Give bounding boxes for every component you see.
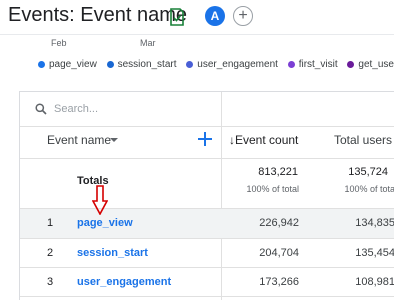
table-row[interactable]: 2 session_start 204,704 135,454 (20, 239, 394, 268)
legend-item-session-start[interactable]: session_start (106, 59, 177, 70)
legend-dot-icon (106, 61, 114, 68)
legend-item-user-engagement[interactable]: user_engagement (186, 59, 278, 70)
legend-label: get_user_ (358, 59, 394, 70)
legend-label: session_start (117, 59, 177, 70)
legend-dot-icon (186, 61, 194, 68)
event-count-value: 204,704 (259, 247, 299, 259)
event-count-value: 173,266 (259, 276, 299, 288)
legend-label: page_view (49, 59, 97, 70)
total-users-value: 108,981 (355, 276, 394, 288)
totals-event-count: 813,221 (258, 166, 298, 178)
totals-event-count-pct: 100% of total (246, 184, 299, 194)
legend-item-get-user[interactable]: get_user_ (347, 59, 394, 70)
search-icon (35, 103, 47, 115)
row-number: 1 (47, 217, 54, 229)
event-name-link[interactable]: user_engagement (77, 276, 171, 288)
saved-report-check-icon[interactable] (169, 8, 185, 26)
page-title: Events: Event name (8, 4, 187, 26)
legend-item-first-visit[interactable]: first_visit (287, 59, 338, 70)
search-input[interactable] (54, 100, 234, 118)
dimension-dropdown-caret-icon[interactable] (110, 138, 118, 142)
legend-dot-icon (38, 61, 45, 68)
row-divider (20, 296, 394, 297)
header-divider (0, 34, 394, 35)
column-header-event-count[interactable]: ↓Event count (229, 133, 298, 147)
legend-label: first_visit (298, 59, 338, 70)
report-header: Events: Event name A + (0, 0, 394, 34)
chart-legend: page_view session_start user_engagement … (38, 59, 394, 73)
column-header-event-name[interactable]: Event name (47, 133, 111, 147)
add-dimension-plus-icon[interactable] (197, 131, 213, 147)
legend-dot-icon (347, 61, 355, 68)
table-row[interactable]: 1 page_view 226,942 134,835 (20, 209, 394, 238)
event-count-value: 226,942 (259, 217, 299, 229)
event-name-link[interactable]: session_start (77, 247, 148, 259)
legend-item-page-view[interactable]: page_view (38, 59, 97, 70)
row-divider (20, 158, 394, 159)
row-divider (20, 126, 394, 127)
event-name-link[interactable]: page_view (77, 217, 133, 229)
chart-axis-month-label: Feb (51, 38, 67, 48)
total-users-value: 135,454 (355, 247, 394, 259)
comparison-avatar[interactable]: A (205, 6, 225, 26)
table-search-bar (20, 92, 394, 126)
row-number: 3 (47, 276, 54, 288)
red-down-arrow-annotation-icon (92, 185, 108, 215)
row-number: 2 (47, 247, 54, 259)
table-row[interactable]: 3 user_engagement 173,266 108,981 (20, 268, 394, 297)
column-header-total-users[interactable]: Total users (334, 133, 392, 147)
totals-total-users-pct: 100% of total (344, 184, 394, 194)
legend-label: user_engagement (197, 59, 278, 70)
add-comparison-button[interactable]: + (233, 6, 253, 26)
chart-axis-month-label: Mar (140, 38, 156, 48)
totals-total-users: 135,724 (348, 166, 388, 178)
total-users-value: 134,835 (355, 217, 394, 229)
legend-dot-icon (287, 61, 295, 68)
